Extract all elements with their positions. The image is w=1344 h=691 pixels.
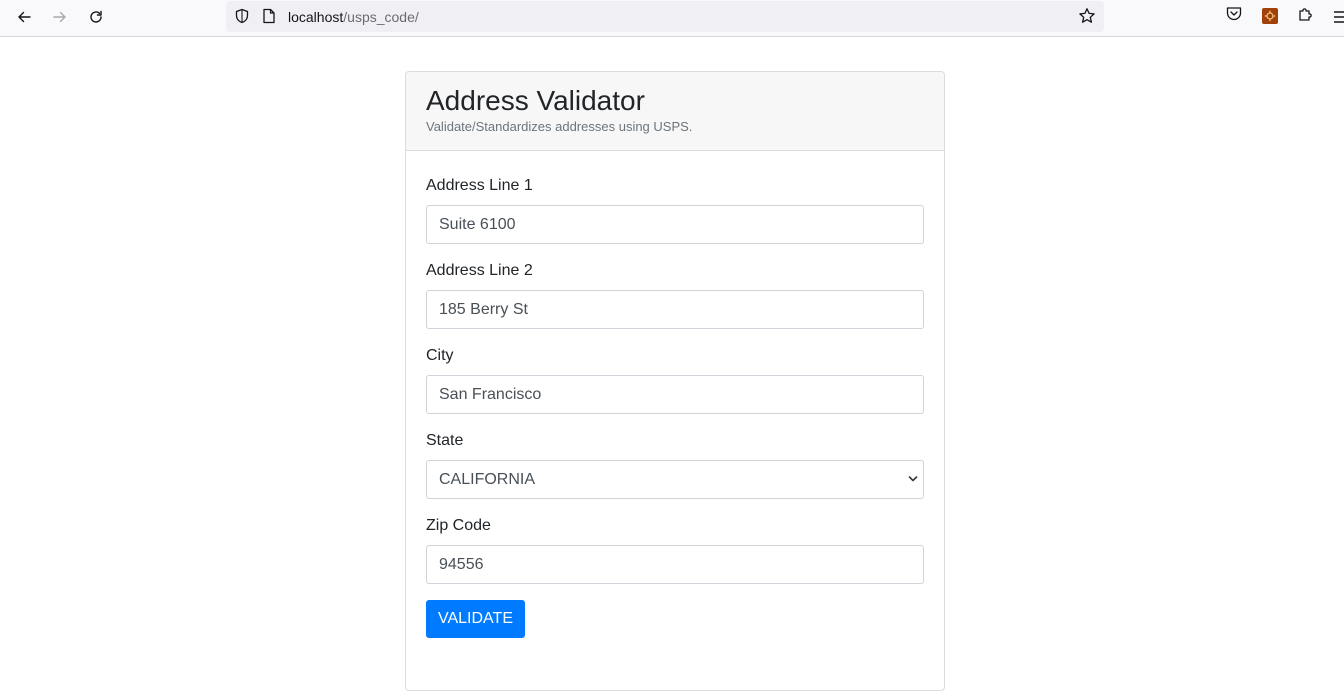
extension-icon (1262, 8, 1278, 24)
address-line-1-input[interactable]: Suite 6100 (426, 205, 924, 244)
state-label: State (426, 432, 464, 449)
card-header: Address Validator Validate/Standardizes … (406, 72, 944, 151)
arrow-right-icon (53, 11, 66, 23)
page-icon[interactable] (262, 8, 276, 24)
zip-code-input[interactable]: 94556 (426, 545, 924, 584)
star-icon[interactable] (1078, 7, 1096, 25)
pocket-icon (1226, 7, 1242, 21)
url-path: /usps_code/ (343, 9, 419, 25)
back-button[interactable] (10, 4, 38, 30)
reload-button[interactable] (82, 4, 110, 30)
extensions-menu-button[interactable] (1297, 5, 1315, 28)
address-line-1-group: Address Line 1 Suite 6100 (426, 176, 924, 244)
validate-button[interactable]: VALIDATE (426, 600, 525, 638)
address-line-1-label: Address Line 1 (426, 177, 533, 194)
address-line-2-group: Address Line 2 185 Berry St (426, 261, 924, 329)
extension-button[interactable] (1262, 8, 1278, 24)
hamburger-menu-icon (1334, 11, 1344, 23)
zip-code-group: Zip Code 94556 (426, 516, 924, 584)
zip-code-label: Zip Code (426, 517, 491, 534)
puzzle-icon (1299, 8, 1312, 21)
state-group: State CALIFORNIA (426, 431, 924, 499)
city-group: City San Francisco (426, 346, 924, 414)
browser-toolbar: localhost/usps_code/ (0, 0, 1344, 37)
address-validator-card: Address Validator Validate/Standardizes … (405, 71, 945, 691)
address-line-2-label: Address Line 2 (426, 262, 533, 279)
pocket-button[interactable] (1225, 5, 1243, 28)
page-title: Address Validator (426, 85, 645, 116)
address-form: Address Line 1 Suite 6100 Address Line 2… (406, 151, 944, 638)
city-label: City (426, 347, 454, 364)
shield-icon[interactable] (234, 8, 250, 24)
arrow-left-icon (18, 11, 31, 23)
page-subtitle: Validate/Standardizes addresses using US… (426, 119, 693, 134)
address-line-2-input[interactable]: 185 Berry St (426, 290, 924, 329)
state-select[interactable]: CALIFORNIA (426, 460, 924, 499)
url-text[interactable]: localhost/usps_code/ (288, 9, 419, 25)
forward-button[interactable] (46, 4, 74, 30)
url-host: localhost (288, 9, 344, 25)
city-input[interactable]: San Francisco (426, 375, 924, 414)
app-menu-button[interactable] (1334, 10, 1344, 29)
reload-icon (90, 10, 102, 23)
state-select-value: CALIFORNIA (439, 471, 536, 488)
chevron-down-icon (908, 476, 918, 482)
url-bar[interactable]: localhost/usps_code/ (226, 1, 1104, 32)
